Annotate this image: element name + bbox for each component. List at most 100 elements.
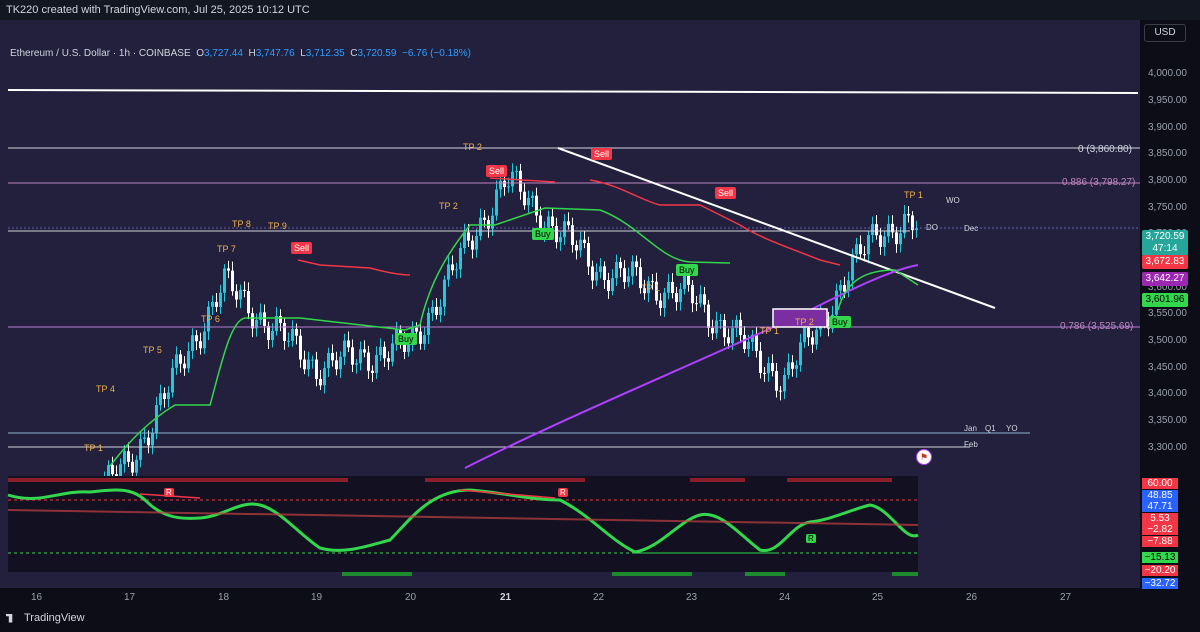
candle-body [703, 294, 706, 305]
tp-label: TP 2 [795, 317, 814, 327]
candle-body [455, 269, 458, 271]
candle-body [907, 213, 910, 216]
candle-body [759, 350, 762, 373]
fib-0886-label: 0.886 (3,798.27) [1062, 177, 1136, 188]
tp-label: TP 1 [904, 190, 923, 200]
candle-body [863, 254, 866, 256]
flag-icon[interactable]: ⚑ [916, 449, 932, 465]
price-tick: 3,450.00 [1148, 362, 1187, 373]
tp-label: TP 4 [96, 384, 115, 394]
candle-body [123, 451, 126, 465]
candle-body [575, 244, 578, 251]
candle-body [843, 285, 846, 292]
candle-body [807, 327, 810, 338]
candle-body [711, 327, 714, 334]
time-tick: 22 [593, 592, 605, 603]
wo-tag: WO [946, 196, 960, 205]
price-tick: 3,550.00 [1148, 308, 1187, 319]
candle-body [167, 392, 170, 400]
price-chart[interactable] [0, 20, 1140, 588]
candle-body [859, 244, 862, 255]
candle-body [771, 363, 774, 372]
candle-body [747, 342, 750, 350]
tradingview-logo[interactable]: TradingView [6, 612, 85, 624]
symbol-legend[interactable]: Ethereum / U.S. Dollar · 1h · COINBASE O… [10, 48, 471, 59]
osc-bar-3 [745, 572, 785, 576]
tp-label: TP 2 [463, 142, 482, 152]
candle-body [839, 285, 842, 291]
candle-body [247, 290, 250, 314]
candle-body [731, 328, 734, 344]
candle-body [319, 378, 322, 386]
candle-body [523, 191, 526, 206]
close-label: C [350, 48, 358, 59]
q1-tag: Q1 [985, 424, 996, 433]
candle-body [563, 221, 566, 238]
close-value: 3,720.59 [357, 48, 397, 59]
candle-body [147, 437, 150, 446]
feb-tag: Feb [964, 440, 978, 449]
osc-r-marker: R [164, 488, 174, 497]
candle-body [219, 292, 222, 307]
candle-body [787, 362, 790, 375]
buy-signal: Buy [829, 316, 851, 328]
price-tick: 3,950.00 [1148, 95, 1187, 106]
candle-body [211, 301, 214, 307]
candle-body [791, 362, 794, 369]
osc-top-bar-1 [8, 478, 348, 482]
candle-body [515, 170, 518, 172]
candle-body [707, 304, 710, 328]
candle-body [915, 228, 918, 231]
candle-body [767, 363, 770, 374]
open-label: O [196, 48, 204, 59]
candle-body [835, 290, 838, 315]
candle-body [695, 303, 698, 305]
candle-body [187, 351, 190, 369]
candle-body [135, 459, 138, 473]
price-tick: 3,750.00 [1148, 202, 1187, 213]
candle-body [667, 281, 670, 293]
candle-body [903, 213, 906, 234]
price-tick: 3,300.00 [1148, 442, 1187, 453]
tp-label: TP 7 [217, 244, 236, 254]
candle-body [227, 268, 230, 271]
sell-signal: Sell [591, 148, 613, 160]
symbol-name[interactable]: Ethereum / U.S. Dollar · 1h · COINBASE [10, 48, 191, 59]
candle-body [583, 239, 586, 244]
tp-label: TP 9 [268, 221, 287, 231]
osc-badge: −7.88 [1142, 536, 1178, 547]
candle-body [459, 248, 462, 270]
candle-body [779, 390, 782, 392]
currency-button[interactable]: USD [1144, 24, 1186, 42]
candle-body [663, 292, 666, 309]
candle-body [303, 359, 306, 370]
time-tick: 20 [405, 592, 417, 603]
candle-body [367, 352, 370, 371]
candle-body [727, 337, 730, 344]
candle-body [443, 279, 446, 307]
tp-label: TP 6 [201, 314, 220, 324]
candle-body [271, 330, 274, 340]
fib-0786-label: 0.786 (3,525.69) [1060, 321, 1134, 332]
candle-body [883, 236, 886, 247]
candle-body [559, 237, 562, 243]
candle-body [867, 235, 870, 255]
candle-body [699, 294, 702, 304]
candle-body [355, 363, 358, 365]
candle-body [623, 268, 626, 283]
supertrend-down [297, 259, 411, 276]
time-tick: 21 [500, 592, 512, 603]
candle-body [611, 278, 614, 292]
price-tick: 3,350.00 [1148, 415, 1187, 426]
sell-signal: Sell [715, 187, 737, 199]
candle-body [719, 319, 722, 321]
tp-label: TP 1 [760, 326, 779, 336]
candle-body [335, 360, 338, 370]
candle-body [671, 281, 674, 293]
chart-canvas[interactable]: Ethereum / U.S. Dollar · 1h · COINBASE O… [0, 20, 1140, 588]
candle-body [579, 239, 582, 251]
time-tick: 26 [966, 592, 978, 603]
osc-badge: 47.71 [1142, 501, 1178, 512]
time-tick: 25 [872, 592, 884, 603]
candle-body [627, 276, 630, 283]
